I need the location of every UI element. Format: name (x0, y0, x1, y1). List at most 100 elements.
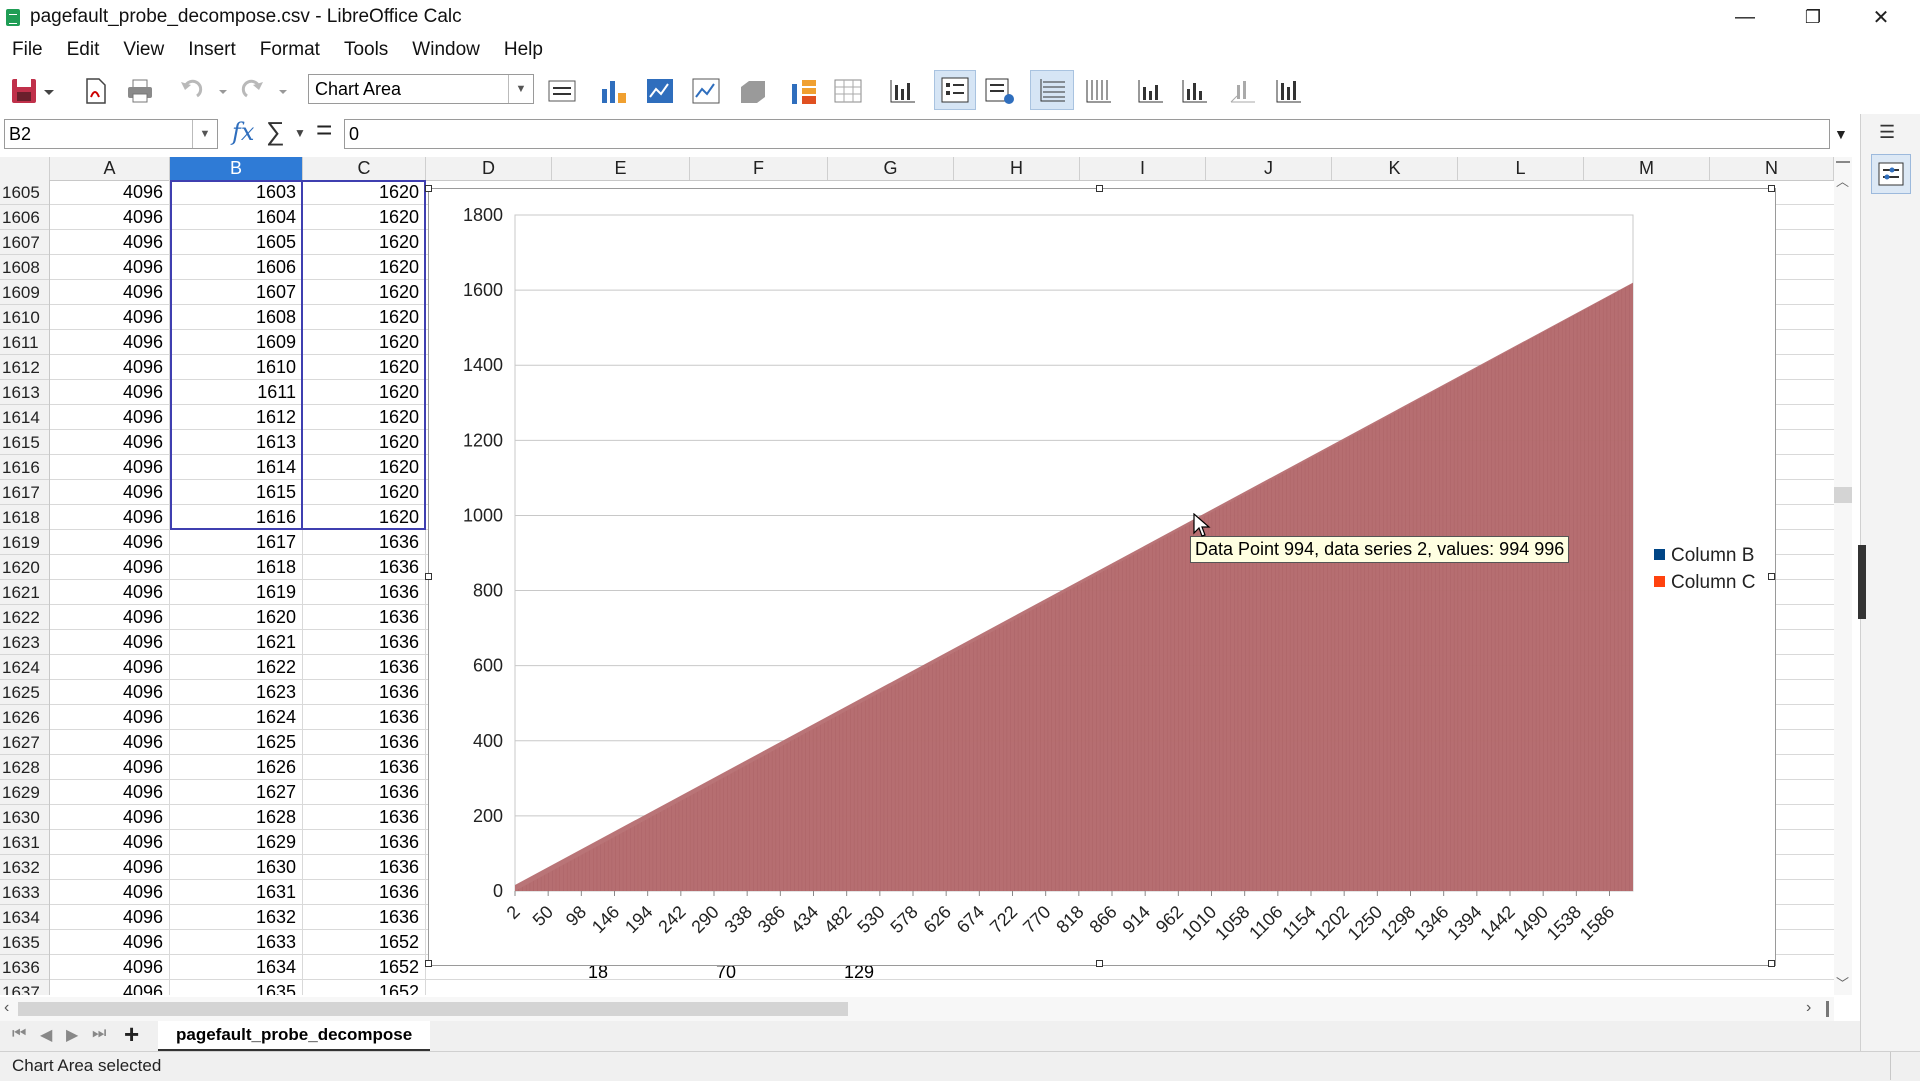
cell-c[interactable]: 1620 (303, 355, 426, 380)
resize-handle[interactable] (1768, 573, 1775, 580)
cell-c[interactable]: 1620 (303, 405, 426, 430)
row-header[interactable]: 1629 (0, 780, 49, 805)
row-header[interactable]: 1612 (0, 355, 49, 380)
select-all-corner[interactable] (0, 157, 50, 180)
row-header[interactable]: 1620 (0, 555, 49, 580)
resize-handle[interactable] (1768, 960, 1775, 967)
add-sheet-icon[interactable]: + (124, 1019, 139, 1050)
cell-a[interactable]: 4096 (50, 430, 170, 455)
cell-c[interactable]: 1636 (303, 855, 426, 880)
cell-c[interactable]: 1620 (303, 255, 426, 280)
cell-c[interactable]: 1620 (303, 430, 426, 455)
row-header[interactable]: 1606 (0, 205, 49, 230)
sidebar-collapse-handle[interactable] (1858, 545, 1866, 619)
resize-handle[interactable] (425, 573, 432, 580)
cell-a[interactable]: 4096 (50, 455, 170, 480)
cell-b[interactable]: 1634 (170, 955, 303, 980)
chevron-up-icon[interactable]: ︿ (1836, 171, 1849, 190)
row-header[interactable]: 1619 (0, 530, 49, 555)
cell-a[interactable]: 4096 (50, 930, 170, 955)
cell-b[interactable]: 1609 (170, 330, 303, 355)
vertical-grids-button[interactable] (1080, 74, 1116, 108)
horizontal-scrollbar[interactable]: ‹ › (0, 997, 1834, 1021)
chart-area[interactable]: 0 200 400 600 800 1000 1200 1400 1600 1800 2 50 98 14… (425, 185, 1776, 967)
split-handle[interactable] (1826, 1001, 1829, 1017)
cell-a[interactable]: 4096 (50, 280, 170, 305)
cell-b[interactable]: 1605 (170, 230, 303, 255)
row-header[interactable]: 1611 (0, 330, 49, 355)
column-header-c[interactable]: C (303, 157, 426, 180)
cell-a[interactable]: 4096 (50, 630, 170, 655)
row-header[interactable]: 1627 (0, 730, 49, 755)
sum-icon[interactable]: ∑ (266, 116, 285, 147)
restore-button[interactable]: ❐ (1780, 0, 1846, 34)
chart-element-select[interactable]: Chart Area ▼ (308, 74, 534, 104)
cell-b[interactable]: 1623 (170, 680, 303, 705)
first-sheet-icon[interactable]: ⏮ (12, 1025, 26, 1043)
column-header-f[interactable]: F (690, 157, 828, 180)
cell-b[interactable]: 1628 (170, 805, 303, 830)
cell-b[interactable]: 1614 (170, 455, 303, 480)
row-header[interactable]: 1634 (0, 905, 49, 930)
cell-a[interactable]: 4096 (50, 780, 170, 805)
empty-cells[interactable] (426, 980, 1834, 995)
cell-c[interactable]: 1636 (303, 780, 426, 805)
last-sheet-icon[interactable]: ⏭ (92, 1025, 106, 1043)
minimize-button[interactable]: — (1712, 0, 1778, 34)
row-header[interactable]: 1608 (0, 255, 49, 280)
legend-toggle-button[interactable] (934, 70, 976, 110)
cell-b[interactable]: 1627 (170, 780, 303, 805)
cell-a[interactable]: 4096 (50, 655, 170, 680)
menu-format[interactable]: Format (248, 39, 332, 61)
row-header[interactable]: 1625 (0, 680, 49, 705)
resize-handle[interactable] (1096, 185, 1103, 192)
function-wizard-icon[interactable]: fx (232, 118, 254, 146)
cell-a[interactable]: 4096 (50, 205, 170, 230)
column-header-a[interactable]: A (50, 157, 170, 180)
cell-b[interactable]: 1626 (170, 755, 303, 780)
save-button[interactable] (6, 74, 58, 108)
cell-b[interactable]: 1624 (170, 705, 303, 730)
cell-b[interactable]: 1631 (170, 880, 303, 905)
row-header[interactable]: 1636 (0, 955, 49, 980)
menu-help[interactable]: Help (492, 39, 555, 61)
chevron-down-icon[interactable]: ▼ (508, 75, 533, 103)
next-sheet-icon[interactable]: ▶ (66, 1025, 78, 1045)
x-axis-button[interactable] (1132, 74, 1168, 108)
sheet-tab[interactable]: pagefault_probe_decompose (158, 1021, 431, 1052)
cell-b[interactable]: 1616 (170, 505, 303, 530)
cell-c[interactable]: 1636 (303, 530, 426, 555)
cell-c[interactable]: 1636 (303, 805, 426, 830)
cell-c[interactable]: 1636 (303, 755, 426, 780)
formula-equals-icon[interactable]: = (316, 114, 332, 146)
name-box[interactable]: B2 ▼ (4, 119, 218, 149)
cell-b[interactable]: 1607 (170, 280, 303, 305)
undo-button[interactable] (174, 74, 230, 108)
cell-b[interactable]: 1603 (170, 180, 303, 205)
cell-c[interactable]: 1620 (303, 480, 426, 505)
cell-a[interactable]: 4096 (50, 405, 170, 430)
chevron-down-icon[interactable]: ▼ (192, 120, 217, 148)
column-header-b[interactable]: B (170, 157, 303, 180)
cell-b[interactable]: 1610 (170, 355, 303, 380)
cell-a[interactable]: 4096 (50, 480, 170, 505)
menu-file[interactable]: File (0, 39, 55, 61)
row-header[interactable]: 1632 (0, 855, 49, 880)
chevron-right-icon[interactable]: › (1806, 999, 1811, 1017)
cell-b[interactable]: 1611 (170, 380, 303, 405)
row-header[interactable]: 1609 (0, 280, 49, 305)
cell-b[interactable]: 1604 (170, 205, 303, 230)
cell-a[interactable]: 4096 (50, 830, 170, 855)
row-header[interactable]: 1630 (0, 805, 49, 830)
cell-c[interactable]: 1620 (303, 230, 426, 255)
row-header[interactable]: 1610 (0, 305, 49, 330)
cell-b[interactable]: 1618 (170, 555, 303, 580)
row-header[interactable]: 1616 (0, 455, 49, 480)
y-axis-button[interactable] (1176, 74, 1212, 108)
cell-c[interactable]: 1652 (303, 955, 426, 980)
cell-a[interactable]: 4096 (50, 230, 170, 255)
format-selection-button[interactable] (544, 74, 580, 108)
cell-c[interactable]: 1636 (303, 730, 426, 755)
cell-b[interactable]: 1635 (170, 980, 303, 995)
cell-a[interactable]: 4096 (50, 705, 170, 730)
